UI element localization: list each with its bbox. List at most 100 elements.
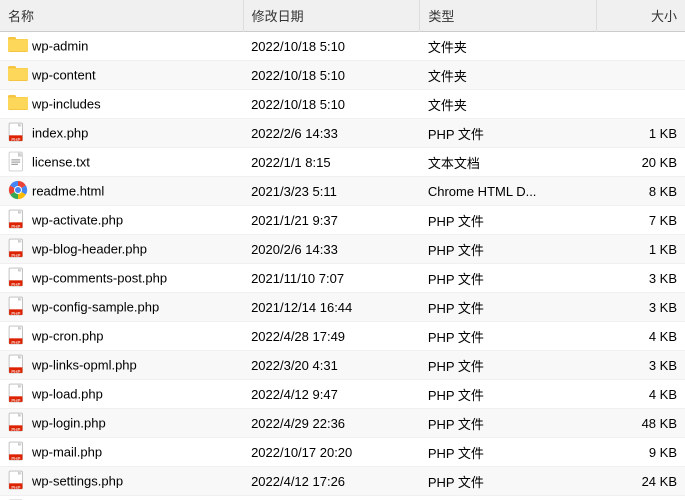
file-date-cell: 2022/4/12 9:47: [243, 380, 420, 409]
file-date-cell: 2021/1/21 9:37: [243, 206, 420, 235]
php-file-icon: PHP: [8, 441, 28, 461]
file-name-cell: PHP wp-config-sample.php: [0, 293, 243, 322]
file-size-cell: 9 KB: [597, 438, 685, 467]
file-name-text: wp-activate.php: [32, 213, 123, 228]
file-name-text: wp-login.php: [32, 416, 106, 431]
file-name-cell: wp-includes: [0, 90, 243, 119]
file-name-text: wp-blog-header.php: [32, 242, 147, 257]
file-name-text: license.txt: [32, 155, 90, 170]
file-date-cell: 2021/3/23 5:11: [243, 177, 420, 206]
file-size-cell: [597, 61, 685, 90]
file-name-text: wp-settings.php: [32, 474, 123, 489]
file-name-cell: wp-admin: [0, 32, 243, 61]
file-name-cell: PHP wp-signup.php: [0, 496, 243, 500]
svg-text:PHP: PHP: [11, 485, 20, 490]
file-name-cell: PHP wp-links-opml.php: [0, 351, 243, 380]
file-date-cell: 2022/4/12 17:26: [243, 467, 420, 496]
file-size-cell: 4 KB: [597, 322, 685, 351]
txt-file-icon: [8, 151, 28, 171]
file-name-cell: readme.html: [0, 177, 243, 206]
file-type-cell: PHP 文件: [420, 467, 597, 496]
file-name-text: wp-config-sample.php: [32, 300, 159, 315]
svg-text:PHP: PHP: [11, 137, 20, 142]
svg-text:PHP: PHP: [11, 340, 20, 345]
table-row[interactable]: PHP wp-cron.php2022/4/28 17:49PHP 文件4 KB: [0, 322, 685, 351]
file-name-text: wp-comments-post.php: [32, 271, 167, 286]
file-name-cell: PHP wp-blog-header.php: [0, 235, 243, 264]
folder-icon: [8, 64, 28, 84]
file-name-cell: PHP wp-login.php: [0, 409, 243, 438]
col-header-name[interactable]: 名称: [0, 0, 243, 32]
php-file-icon: PHP: [8, 296, 28, 316]
table-row[interactable]: PHP index.php2022/2/6 14:33PHP 文件1 KB: [0, 119, 685, 148]
php-file-icon: PHP: [8, 383, 28, 403]
file-name-text: wp-content: [32, 68, 96, 83]
file-type-cell: Chrome HTML D...: [420, 177, 597, 206]
table-row[interactable]: PHP wp-load.php2022/4/12 9:47PHP 文件4 KB: [0, 380, 685, 409]
file-name-text: wp-admin: [32, 39, 88, 54]
file-type-cell: PHP 文件: [420, 351, 597, 380]
col-header-type[interactable]: 类型: [420, 0, 597, 32]
file-size-cell: 3 KB: [597, 351, 685, 380]
file-name-cell: PHP wp-comments-post.php: [0, 264, 243, 293]
file-name-text: wp-load.php: [32, 387, 103, 402]
file-size-cell: 1 KB: [597, 119, 685, 148]
table-row[interactable]: PHP wp-config-sample.php2021/12/14 16:44…: [0, 293, 685, 322]
col-header-date[interactable]: 修改日期: [243, 0, 420, 32]
file-type-cell: 文本文档: [420, 148, 597, 177]
file-size-cell: 7 KB: [597, 206, 685, 235]
table-row[interactable]: readme.html2021/3/23 5:11Chrome HTML D..…: [0, 177, 685, 206]
col-header-size[interactable]: 大小: [597, 0, 685, 32]
table-row[interactable]: PHP wp-comments-post.php2021/11/10 7:07P…: [0, 264, 685, 293]
file-size-cell: 1 KB: [597, 235, 685, 264]
file-name-cell: PHP wp-activate.php: [0, 206, 243, 235]
table-row[interactable]: PHP wp-blog-header.php2020/2/6 14:33PHP …: [0, 235, 685, 264]
php-file-icon: PHP: [8, 267, 28, 287]
table-row[interactable]: wp-includes2022/10/18 5:10文件夹: [0, 90, 685, 119]
file-type-cell: 文件夹: [420, 61, 597, 90]
svg-text:PHP: PHP: [11, 369, 20, 374]
file-date-cell: 2022/4/28 17:49: [243, 322, 420, 351]
table-header-row: 名称 修改日期 类型 大小: [0, 0, 685, 32]
php-file-icon: PHP: [8, 122, 28, 142]
file-size-cell: [597, 90, 685, 119]
php-file-icon: PHP: [8, 209, 28, 229]
file-name-text: index.php: [32, 126, 88, 141]
file-date-cell: 2022/2/6 14:33: [243, 119, 420, 148]
table-row[interactable]: PHP wp-settings.php2022/4/12 17:26PHP 文件…: [0, 467, 685, 496]
table-row[interactable]: PHP wp-links-opml.php2022/3/20 4:31PHP 文…: [0, 351, 685, 380]
file-type-cell: PHP 文件: [420, 496, 597, 500]
file-date-cell: 2021/11/10 7:07: [243, 264, 420, 293]
php-file-icon: PHP: [8, 325, 28, 345]
table-row[interactable]: PHP wp-activate.php2021/1/21 9:37PHP 文件7…: [0, 206, 685, 235]
file-size-cell: 20 KB: [597, 148, 685, 177]
table-row[interactable]: PHP wp-login.php2022/4/29 22:36PHP 文件48 …: [0, 409, 685, 438]
file-size-cell: 3 KB: [597, 264, 685, 293]
file-name-cell: PHP wp-settings.php: [0, 467, 243, 496]
svg-text:PHP: PHP: [11, 282, 20, 287]
table-row[interactable]: PHP wp-mail.php 2022/10/17 20:20PHP 文件9 K…: [0, 438, 685, 467]
file-type-cell: PHP 文件: [420, 409, 597, 438]
file-type-cell: PHP 文件: [420, 380, 597, 409]
file-date-cell: 2022/10/17 20:20: [243, 438, 420, 467]
file-date-cell: 2022/4/11 19:42: [243, 496, 420, 500]
file-date-cell: 2022/4/29 22:36: [243, 409, 420, 438]
file-type-cell: PHP 文件: [420, 235, 597, 264]
file-name-text: wp-mail.php: [32, 445, 102, 460]
file-type-cell: PHP 文件: [420, 438, 597, 467]
table-row[interactable]: wp-content2022/10/18 5:10文件夹: [0, 61, 685, 90]
table-row[interactable]: license.txt2022/1/1 8:15文本文档20 KB: [0, 148, 685, 177]
folder-icon: [8, 93, 28, 113]
file-name-cell: PHP wp-cron.php: [0, 322, 243, 351]
php-file-icon: PHP: [8, 238, 28, 258]
svg-text:PHP: PHP: [11, 224, 20, 229]
file-name-text: wp-includes: [32, 97, 101, 112]
table-row[interactable]: PHP wp-signup.php2022/4/11 19:42PHP 文件32…: [0, 496, 685, 500]
file-size-cell: 32 KB: [597, 496, 685, 500]
file-date-cell: 2020/2/6 14:33: [243, 235, 420, 264]
file-name-text: wp-cron.php: [32, 329, 104, 344]
file-table: 名称 修改日期 类型 大小 wp-admin2022/10/18 5:10文件夹: [0, 0, 685, 500]
table-row[interactable]: wp-admin2022/10/18 5:10文件夹: [0, 32, 685, 61]
file-date-cell: 2022/3/20 4:31: [243, 351, 420, 380]
file-size-cell: 24 KB: [597, 467, 685, 496]
